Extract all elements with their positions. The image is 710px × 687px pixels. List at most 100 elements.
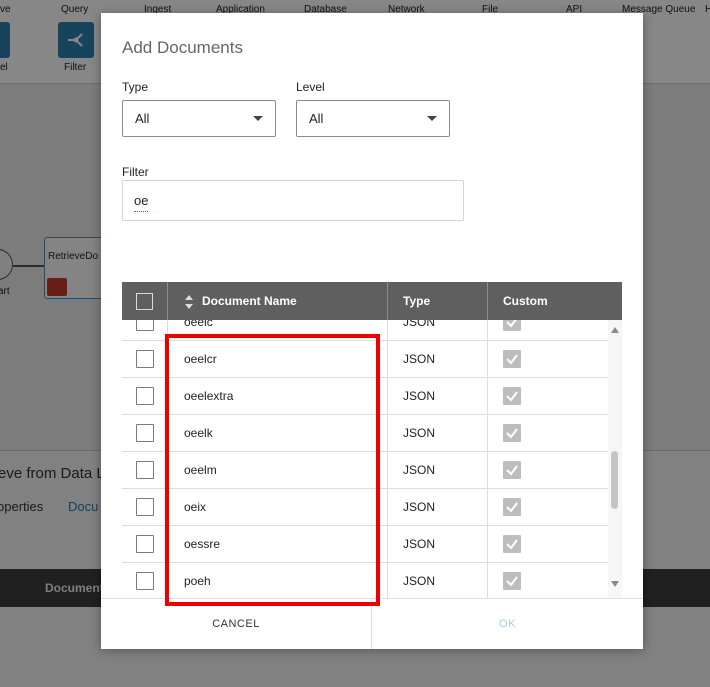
custom-checked-icon	[503, 498, 521, 516]
row-checkbox[interactable]	[136, 320, 154, 331]
document-name: oeelk	[184, 426, 213, 440]
column-label: Custom	[503, 294, 548, 308]
name-cell: oeelcr	[168, 341, 388, 378]
dialog-title: Add Documents	[122, 38, 243, 57]
document-name: poeh	[184, 574, 211, 588]
document-name: oessre	[184, 537, 221, 551]
table-row[interactable]: oeelcr JSON	[122, 341, 608, 378]
document-type: JSON	[403, 500, 436, 514]
scroll-up-arrow[interactable]	[611, 327, 619, 333]
table-row[interactable]: oeix JSON	[122, 489, 608, 526]
table-row[interactable]: oeelm JSON	[122, 452, 608, 489]
table-row[interactable]: oeelc JSON	[122, 320, 608, 341]
custom-cell	[488, 415, 608, 452]
document-name: oeix	[184, 500, 207, 514]
name-cell: oeelextra	[168, 378, 388, 415]
ok-button[interactable]: OK	[372, 599, 643, 649]
type-cell: JSON	[388, 489, 488, 526]
scroll-thumb[interactable]	[611, 451, 618, 509]
table-row[interactable]: oessre JSON	[122, 526, 608, 563]
table-row[interactable]: poeh JSON	[122, 563, 608, 599]
row-checkbox[interactable]	[136, 572, 154, 590]
table-scrollbar[interactable]	[608, 320, 622, 599]
type-cell: JSON	[388, 526, 488, 563]
select-all-checkbox[interactable]	[136, 293, 153, 310]
level-select-value: All	[309, 111, 324, 126]
document-name: oeelextra	[184, 389, 234, 403]
document-type: JSON	[403, 320, 436, 329]
custom-checked-icon	[503, 424, 521, 442]
name-cell: poeh	[168, 563, 388, 599]
name-cell: oeelk	[168, 415, 388, 452]
select-cell	[122, 526, 168, 563]
name-cell: oeix	[168, 489, 388, 526]
custom-checked-icon	[503, 572, 521, 590]
table-body: oeelc JSON oeelcr JSON oeelextra JSON oeelk JSO…	[122, 320, 608, 599]
custom-cell	[488, 563, 608, 599]
chevron-down-icon	[253, 116, 263, 121]
dialog-footer: CANCEL OK	[101, 598, 643, 649]
document-type: JSON	[403, 463, 436, 477]
name-cell: oeelm	[168, 452, 388, 489]
row-checkbox[interactable]	[136, 350, 154, 368]
column-type: Type	[388, 282, 488, 320]
type-cell: JSON	[388, 563, 488, 599]
row-checkbox[interactable]	[136, 387, 154, 405]
type-cell: JSON	[388, 452, 488, 489]
custom-cell	[488, 341, 608, 378]
custom-checked-icon	[503, 387, 521, 405]
column-label: Document Name	[202, 294, 297, 308]
document-type: JSON	[403, 574, 436, 588]
table-row[interactable]: oeelextra JSON	[122, 378, 608, 415]
select-cell	[122, 563, 168, 599]
column-document-name[interactable]: Document Name	[168, 282, 388, 320]
table-row[interactable]: oeelk JSON	[122, 415, 608, 452]
select-cell	[122, 489, 168, 526]
row-checkbox[interactable]	[136, 424, 154, 442]
custom-cell	[488, 320, 608, 341]
name-cell: oessre	[168, 526, 388, 563]
select-cell	[122, 341, 168, 378]
column-label: Type	[403, 294, 431, 308]
header-select-cell	[122, 282, 168, 320]
type-label: Type	[122, 80, 149, 94]
sort-icon[interactable]	[184, 294, 194, 310]
table-header: Document Name Type Custom	[122, 282, 622, 320]
type-cell: JSON	[388, 320, 488, 341]
document-name: oeelcr	[184, 352, 217, 366]
column-custom: Custom	[488, 282, 622, 320]
custom-checked-icon	[503, 350, 521, 368]
row-checkbox[interactable]	[136, 498, 154, 516]
chevron-down-icon	[427, 116, 437, 121]
select-cell	[122, 415, 168, 452]
row-checkbox[interactable]	[136, 535, 154, 553]
row-checkbox[interactable]	[136, 461, 154, 479]
select-cell	[122, 320, 168, 341]
document-name: oeelc	[184, 320, 213, 329]
add-documents-dialog: Add Documents Type All Level All Filter …	[101, 13, 643, 649]
filter-input[interactable]	[122, 180, 464, 221]
type-cell: JSON	[388, 415, 488, 452]
type-cell: JSON	[388, 378, 488, 415]
select-cell	[122, 452, 168, 489]
cancel-button[interactable]: CANCEL	[101, 599, 372, 649]
custom-cell	[488, 378, 608, 415]
filter-label: Filter	[122, 165, 149, 179]
type-select-value: All	[135, 111, 150, 126]
level-label: Level	[296, 80, 325, 94]
custom-cell	[488, 489, 608, 526]
document-type: JSON	[403, 426, 436, 440]
document-type: JSON	[403, 352, 436, 366]
documents-table: Document Name Type Custom oeelc JSON oeelc…	[122, 282, 622, 599]
custom-cell	[488, 526, 608, 563]
name-cell: oeelc	[168, 320, 388, 341]
document-name: oeelm	[184, 463, 217, 477]
level-select[interactable]: All	[296, 100, 450, 137]
custom-checked-icon	[503, 461, 521, 479]
select-cell	[122, 378, 168, 415]
document-type: JSON	[403, 537, 436, 551]
document-type: JSON	[403, 389, 436, 403]
type-select[interactable]: All	[122, 100, 276, 137]
custom-checked-icon	[503, 320, 521, 331]
scroll-down-arrow[interactable]	[611, 581, 619, 587]
